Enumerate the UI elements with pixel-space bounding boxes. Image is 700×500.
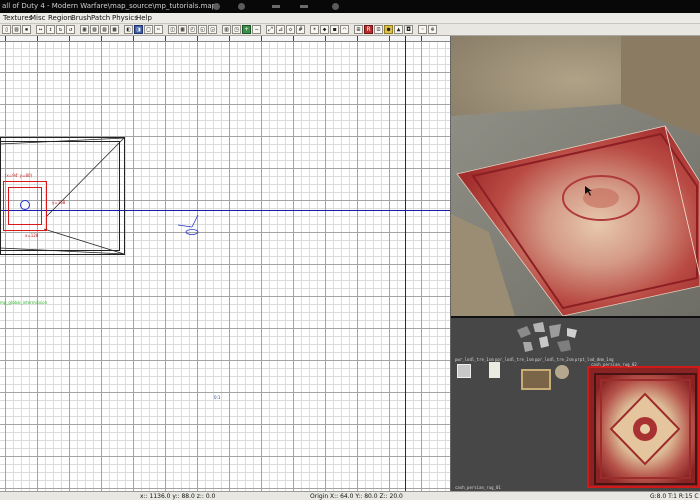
csg-merge-icon[interactable]: ◨: [134, 25, 143, 34]
persian-rug-texture: [589, 368, 698, 486]
menu-misc[interactable]: Misc: [30, 14, 45, 22]
ruler-tick: [325, 36, 326, 41]
grid-status: G:8.0 T:1 R:15 C: [650, 493, 699, 500]
camera-position-icon[interactable]: [170, 211, 210, 241]
selected-texture-thumbnail[interactable]: [587, 366, 700, 488]
window-title: all of Duty 4 - Modern Warfare\map_sourc…: [2, 2, 217, 10]
curve-icon[interactable]: ◠: [340, 25, 349, 34]
select-icon[interactable]: ▣: [80, 25, 89, 34]
menu-textures[interactable]: Textures: [3, 14, 32, 22]
menu-brush[interactable]: Brush: [71, 14, 91, 22]
toolbar: ▯ ▤ ▪ ↔ ↕ ↻ ↺ ▣ ▧ ▨ ▩ ◧ ◨ □ ✂ ◫ ▦ ◰ ◱ ◲ …: [0, 24, 700, 36]
texture-thumbnail[interactable]: [521, 369, 551, 390]
window-control-icon[interactable]: [238, 3, 245, 10]
texture-name-label[interactable]: ppr_lodl_tre_1sm: [495, 357, 534, 362]
misc-icon[interactable]: ⊕: [428, 25, 437, 34]
ruler-tick: [69, 36, 70, 41]
select-inside-icon[interactable]: ▧: [90, 25, 99, 34]
ruler-tick: [37, 36, 38, 41]
patch-bend-icon[interactable]: ◳: [232, 25, 241, 34]
toggle-icon[interactable]: ⊡: [374, 25, 383, 34]
select-partial-icon[interactable]: ▩: [110, 25, 119, 34]
texture-name-label[interactable]: pwr_lodl_tre_1sm: [455, 357, 494, 362]
selection-width-label: x=128: [25, 233, 39, 238]
light-icon[interactable]: ●: [384, 25, 393, 34]
select-touching-icon[interactable]: ▨: [100, 25, 109, 34]
menu-bar: Textures Misc Region Brush Patch Physics…: [0, 13, 700, 24]
new-map-icon[interactable]: ▯: [2, 25, 11, 34]
window-control-icon[interactable]: [213, 3, 220, 10]
snap-icon[interactable]: ⊞: [354, 25, 363, 34]
texture-name-label[interactable]: ppr_lodl_tre_2sm: [535, 357, 574, 362]
patch-icon[interactable]: ▥: [222, 25, 231, 34]
origin-coords: Origin X:: 64.0 Y:: 80.0 Z:: 20.0: [310, 493, 403, 500]
save-icon[interactable]: ▪: [22, 25, 31, 34]
path-icon[interactable]: ◦: [418, 25, 427, 34]
grid-axis-vertical: [405, 36, 406, 491]
patch-delete-icon[interactable]: −: [252, 25, 261, 34]
redraw-icon[interactable]: R: [364, 25, 373, 34]
status-bar: x:: 1136.0 y:: 88.0 z:: 0.0 Origin X:: 6…: [0, 491, 700, 500]
clipper-icon[interactable]: ✂: [154, 25, 163, 34]
ruler-tick: [133, 36, 134, 41]
grid-icon[interactable]: #: [296, 25, 305, 34]
debris-textures[interactable]: [513, 320, 583, 360]
camera-icon[interactable]: ◲: [208, 25, 217, 34]
texture-name-label[interactable]: cash_persian_rug_02: [591, 362, 637, 367]
window-control-icon[interactable]: [332, 3, 339, 10]
ruler-tick: [389, 36, 390, 41]
patch-insert-icon[interactable]: +: [242, 25, 251, 34]
title-bar: all of Duty 4 - Modern Warfare\map_sourc…: [0, 0, 700, 13]
hollow-icon[interactable]: □: [144, 25, 153, 34]
selection-height-label: y=158: [52, 200, 66, 205]
ruler-tick: [197, 36, 198, 41]
model-icon[interactable]: ▲: [394, 25, 403, 34]
flip-y-icon[interactable]: ↕: [46, 25, 55, 34]
selection-size-label: (x=94' y=80): [5, 173, 33, 178]
rotate-icon[interactable]: ↻: [56, 25, 65, 34]
flip-x-icon[interactable]: ↔: [36, 25, 45, 34]
ruler-tick: [229, 36, 230, 41]
minimize-icon[interactable]: [272, 5, 280, 8]
texture-view-icon[interactable]: ▦: [178, 25, 187, 34]
drag-vertex-icon[interactable]: ◇: [286, 25, 295, 34]
scale-icon[interactable]: ⤢: [266, 25, 275, 34]
menu-region[interactable]: Region: [48, 14, 72, 22]
filter-icon[interactable]: ◱: [198, 25, 207, 34]
ruler-tick: [165, 36, 166, 41]
rotate-z-icon[interactable]: ↺: [66, 25, 75, 34]
camera-view-3d[interactable]: [451, 36, 700, 316]
spawn-entity-label: mp_global_intermission: [0, 300, 48, 305]
menu-help[interactable]: Help: [136, 14, 152, 22]
maximize-icon[interactable]: [300, 5, 308, 8]
csg-subtract-icon[interactable]: ◧: [124, 25, 133, 34]
texture-thumbnail[interactable]: [555, 365, 569, 379]
ruler-tick: [5, 36, 6, 41]
grid-view-2d[interactable]: (x=94' y=80) y=158 x=128 mp_global_inter…: [0, 36, 451, 491]
cube-clip-icon[interactable]: ◰: [188, 25, 197, 34]
ruler-tick: [293, 36, 294, 41]
menu-physics[interactable]: Physics: [112, 14, 138, 22]
prefab-icon[interactable]: ◘: [404, 25, 413, 34]
brush-icon[interactable]: ◼: [330, 25, 339, 34]
texture-browser[interactable]: pwr_lodl_tre_1sm ppr_lodl_tre_1sm ppr_lo…: [451, 316, 700, 491]
ruler-tick: [261, 36, 262, 41]
menu-patch[interactable]: Patch: [91, 14, 110, 22]
lighting-icon[interactable]: ☀: [310, 25, 319, 34]
ruler-tick: [101, 36, 102, 41]
scene-render: [451, 36, 700, 316]
entity-icon[interactable]: ◆: [320, 25, 329, 34]
view-change-icon[interactable]: ◫: [168, 25, 177, 34]
ruler-tick: [357, 36, 358, 41]
light-entity-icon[interactable]: [20, 200, 30, 210]
drag-edge-icon[interactable]: ⊿: [276, 25, 285, 34]
area-label: 0:1: [214, 395, 221, 400]
open-icon[interactable]: ▤: [12, 25, 21, 34]
grid-ruler: [0, 36, 450, 42]
texture-name-label[interactable]: cash_persian_rug_01: [455, 485, 501, 490]
texture-thumbnail[interactable]: [457, 364, 471, 378]
ruler-tick: [421, 36, 422, 41]
texture-thumbnail[interactable]: [489, 362, 500, 378]
cursor-coords: x:: 1136.0 y:: 88.0 z:: 0.0: [140, 493, 216, 500]
